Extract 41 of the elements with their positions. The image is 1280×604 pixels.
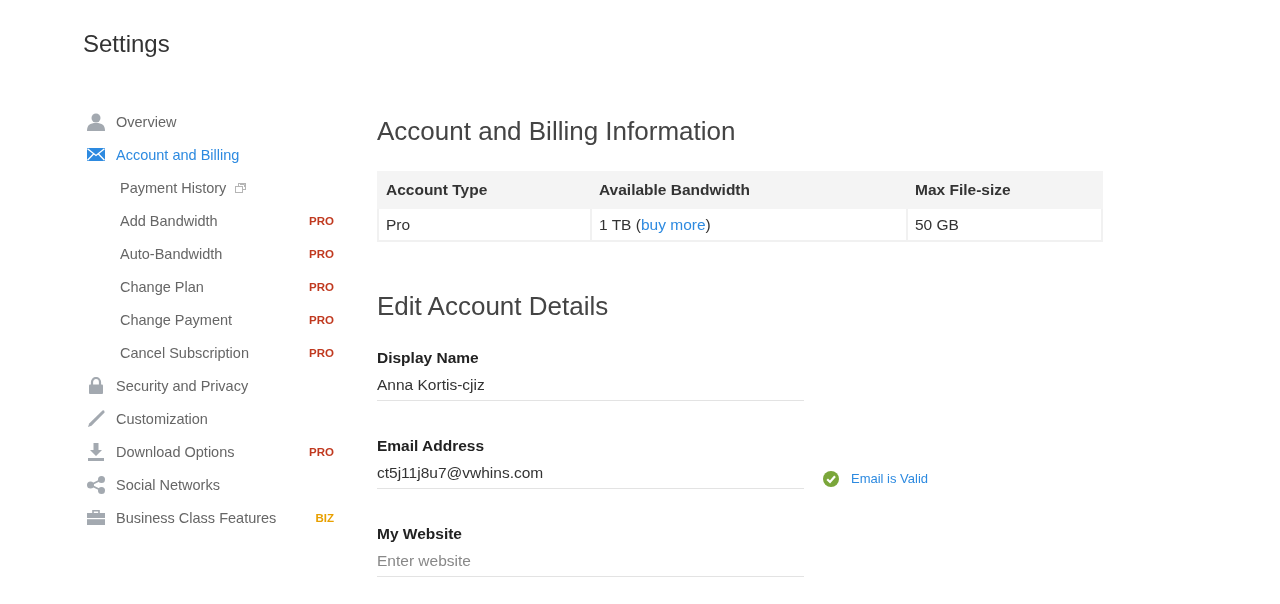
lock-icon — [89, 377, 103, 394]
sidebar-subitem[interactable]: Add Bandwidth — [120, 212, 218, 229]
tier-label: PRO — [309, 280, 334, 293]
validation-message: Email is Valid — [851, 471, 929, 486]
sidebar-subitem[interactable]: Change Payment — [120, 311, 233, 328]
column-header: Max File-size — [907, 172, 1102, 208]
sidebar-item[interactable]: Overview — [87, 112, 177, 131]
tier-label: PRO — [309, 214, 334, 227]
share-icon — [87, 475, 105, 494]
table-cell: 1 TB (buy more) — [591, 208, 907, 241]
sidebar-subitem[interactable]: Change Plan — [120, 278, 204, 295]
table-cell: 50 GB — [907, 208, 1102, 241]
column-header: Available Bandwidth — [591, 172, 907, 208]
field-label: My Website — [377, 524, 462, 544]
sidebar-item[interactable]: Security and Privacy — [87, 377, 249, 394]
sidebar-item[interactable]: Account and Billing — [87, 146, 240, 163]
tier-label: PRO — [309, 313, 334, 326]
field-label: Email Address — [377, 436, 485, 456]
section-heading: Account and Billing Information — [377, 115, 736, 148]
sidebar-item[interactable]: Customization — [87, 410, 208, 427]
sidebar-item[interactable]: Download Options — [87, 442, 235, 461]
sidebar-subitem[interactable]: Auto-Bandwidth — [120, 245, 223, 262]
tier-label: PRO — [309, 346, 334, 359]
pen-icon — [87, 410, 105, 427]
user-icon — [87, 112, 105, 131]
download-icon — [88, 442, 104, 461]
tier-label: PRO — [309, 247, 334, 260]
table-cell: Pro — [378, 208, 591, 241]
sidebar-subitem[interactable]: Payment History — [120, 179, 247, 196]
sidebar-item[interactable]: Business Class Features — [87, 509, 277, 526]
column-header: Account Type — [378, 172, 591, 208]
sidebar-item[interactable]: Social Networks — [87, 475, 220, 494]
buy-more-link[interactable]: buy more — [640, 215, 706, 233]
briefcase-icon — [87, 510, 105, 525]
field-label: Display Name — [377, 348, 479, 368]
sidebar-subitem[interactable]: Cancel Subscription — [120, 344, 249, 361]
page-title: Settings — [83, 29, 170, 59]
envelope-icon — [87, 148, 105, 161]
tier-label: PRO — [309, 445, 334, 458]
tier-label: BIZ — [315, 511, 334, 524]
section-heading: Edit Account Details — [377, 290, 609, 323]
